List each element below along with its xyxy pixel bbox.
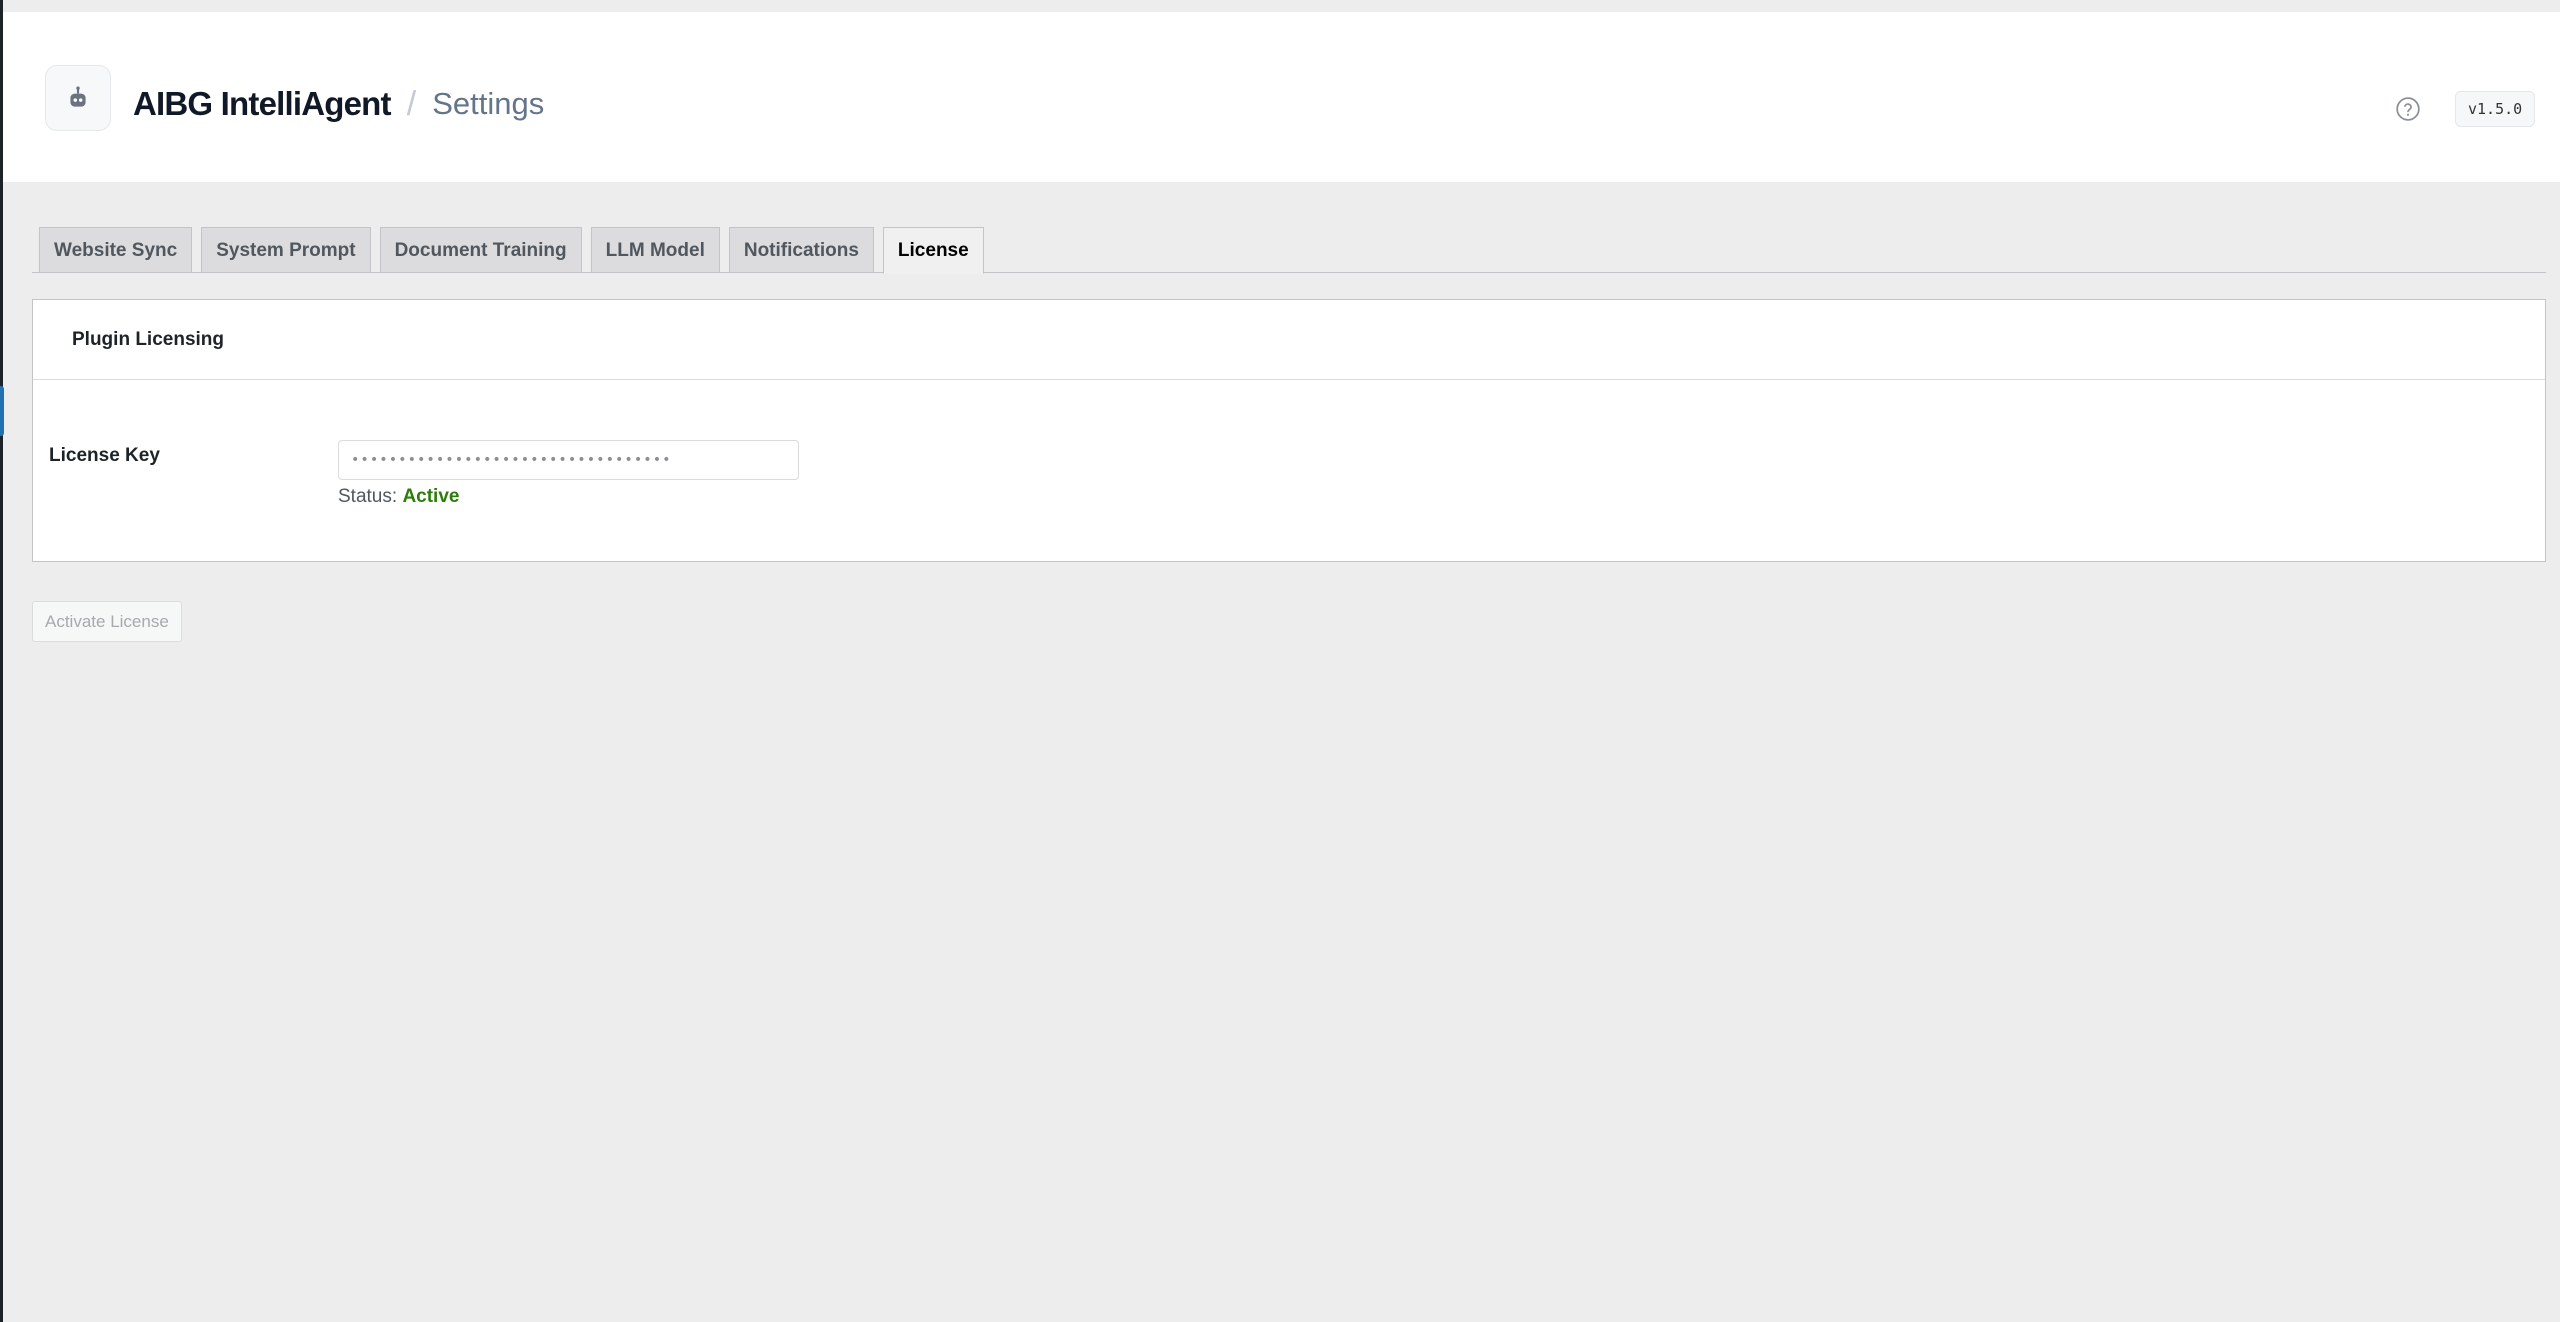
left-admin-edge (0, 0, 3, 1322)
page-title: Settings (432, 86, 545, 121)
breadcrumb-separator: / (406, 84, 417, 123)
license-key-row: License Key Status: Active (33, 380, 2545, 562)
tab-license[interactable]: License (882, 227, 984, 274)
license-key-label: License Key (49, 445, 160, 466)
settings-tabs: Website Sync System Prompt Document Trai… (39, 227, 984, 274)
tab-document-training[interactable]: Document Training (379, 227, 582, 273)
card-header: Plugin Licensing (33, 300, 2545, 380)
plugin-header: AIBG IntelliAgent / Settings v1.5.0 (3, 12, 2560, 182)
tab-llm-model[interactable]: LLM Model (590, 227, 720, 273)
activate-license-button[interactable]: Activate License (32, 601, 182, 642)
licensing-card: Plugin Licensing License Key Status: Act… (32, 299, 2546, 562)
app-title: AIBG IntelliAgent (133, 85, 392, 122)
status-badge: Active (402, 486, 460, 507)
version-badge: v1.5.0 (2455, 91, 2536, 127)
status-label: Status: (338, 486, 398, 507)
left-edge-marker (0, 386, 4, 436)
tabs-divider (32, 272, 2546, 273)
robot-icon (70, 86, 86, 107)
tab-notifications[interactable]: Notifications (728, 227, 874, 273)
tab-website-sync[interactable]: Website Sync (39, 227, 193, 273)
license-status: Status: Active (338, 486, 459, 508)
help-circle-icon[interactable] (2395, 96, 2421, 122)
license-key-input[interactable] (338, 440, 799, 480)
plugin-logo (45, 65, 111, 131)
top-strip (0, 0, 2560, 12)
section-title: Plugin Licensing (72, 328, 225, 350)
breadcrumb: AIBG IntelliAgent / Settings (133, 82, 544, 126)
tab-system-prompt[interactable]: System Prompt (201, 227, 371, 273)
